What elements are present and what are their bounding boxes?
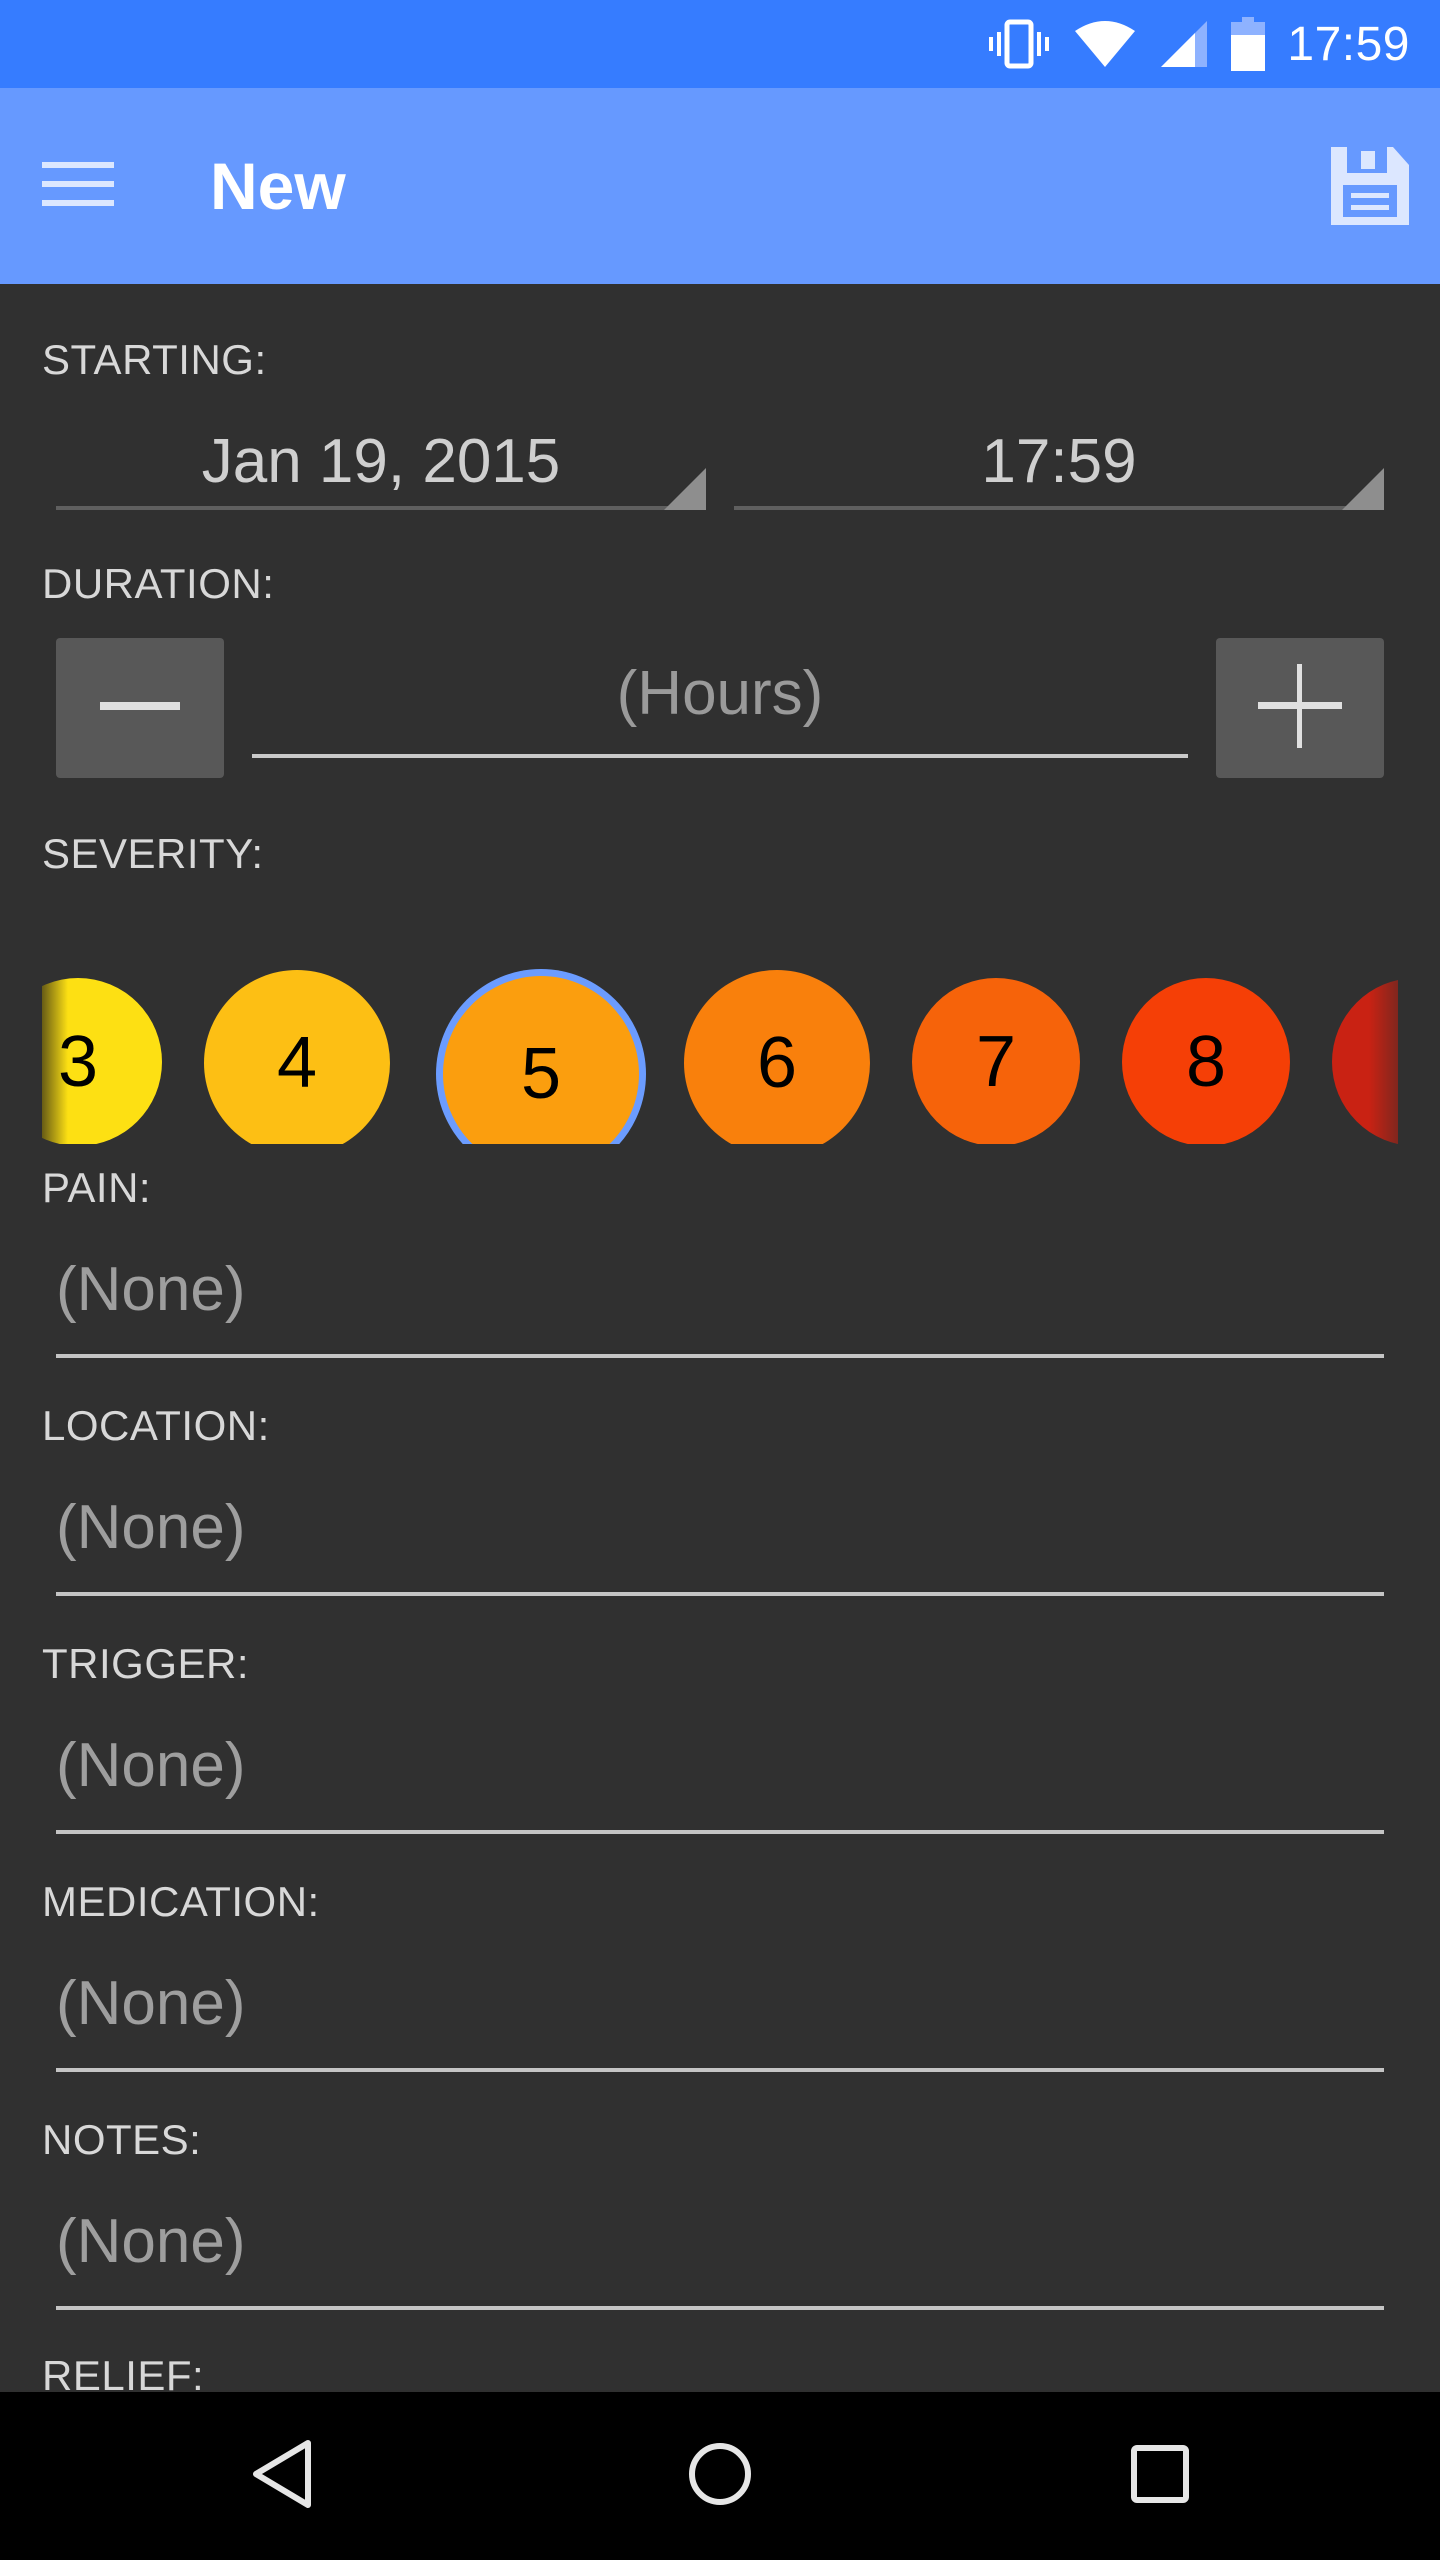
trigger-value: (None) xyxy=(56,1731,246,1800)
back-icon xyxy=(250,2439,314,2514)
notes-field[interactable]: (None) xyxy=(56,2190,1384,2310)
severity-selector[interactable]: 3 4 5 6 7 8 xyxy=(42,904,1398,1144)
severity-number: 5 xyxy=(520,1034,562,1114)
severity-option-5[interactable]: 5 xyxy=(443,976,639,1144)
medication-field[interactable]: (None) xyxy=(56,1952,1384,2072)
battery-icon xyxy=(1231,17,1266,71)
time-picker[interactable]: 17:59 xyxy=(734,414,1384,510)
home-button[interactable] xyxy=(660,2426,780,2526)
severity-option-7[interactable]: 7 xyxy=(912,978,1080,1144)
cell-signal-icon xyxy=(1159,19,1209,69)
location-field[interactable]: (None) xyxy=(56,1476,1384,1596)
home-icon xyxy=(687,2441,753,2512)
severity-option-9[interactable] xyxy=(1332,978,1398,1144)
status-icons: 17:59 xyxy=(987,0,1410,88)
save-button[interactable] xyxy=(1322,140,1418,236)
medication-label: MEDICATION: xyxy=(42,1878,320,1925)
duration-placeholder: (Hours) xyxy=(616,659,824,728)
severity-number: 8 xyxy=(1185,1022,1227,1102)
status-time: 17:59 xyxy=(1287,17,1410,71)
pain-label: PAIN: xyxy=(42,1164,152,1211)
trigger-field[interactable]: (None) xyxy=(56,1714,1384,1834)
notes-label: NOTES: xyxy=(42,2116,202,2163)
severity-option-3[interactable]: 3 xyxy=(42,978,162,1144)
severity-option-6[interactable]: 6 xyxy=(684,970,870,1144)
status-bar: 17:59 xyxy=(0,0,1440,88)
date-value: Jan 19, 2015 xyxy=(201,427,561,496)
hamburger-menu-icon xyxy=(42,160,114,213)
severity-number: 6 xyxy=(756,1023,798,1103)
trigger-label: TRIGGER: xyxy=(42,1640,250,1687)
system-nav-bar xyxy=(0,2392,1440,2560)
floppy-disk-save-icon xyxy=(1329,145,1411,232)
severity-option-4[interactable]: 4 xyxy=(204,970,390,1144)
date-picker[interactable]: Jan 19, 2015 xyxy=(56,414,706,510)
dropdown-arrow-icon xyxy=(664,468,706,510)
decrement-duration-button[interactable] xyxy=(56,638,224,778)
increment-duration-button[interactable] xyxy=(1216,638,1384,778)
recents-icon xyxy=(1130,2444,1190,2509)
recents-button[interactable] xyxy=(1100,2426,1220,2526)
notes-value: (None) xyxy=(56,2207,246,2276)
time-value: 17:59 xyxy=(981,427,1137,496)
location-value: (None) xyxy=(56,1493,246,1562)
severity-option-8[interactable]: 8 xyxy=(1122,978,1290,1144)
location-label: LOCATION: xyxy=(42,1402,270,1449)
severity-number: 3 xyxy=(57,1022,99,1102)
wifi-icon xyxy=(1073,19,1137,69)
back-button[interactable] xyxy=(222,2426,342,2526)
severity-label: SEVERITY: xyxy=(42,830,264,877)
severity-number: 7 xyxy=(975,1022,1017,1102)
menu-button[interactable] xyxy=(42,146,152,226)
form-content[interactable]: STARTING: Jan 19, 2015 17:59 DURATION: (… xyxy=(0,284,1440,2392)
page-title: New xyxy=(210,149,346,223)
medication-value: (None) xyxy=(56,1969,246,2038)
plus-icon xyxy=(1258,663,1342,753)
starting-label: STARTING: xyxy=(42,336,267,383)
severity-number: 4 xyxy=(276,1023,318,1103)
vibrate-icon xyxy=(987,18,1051,70)
app-bar: New xyxy=(0,88,1440,284)
minus-icon xyxy=(100,699,180,717)
relief-label: RELIEF: xyxy=(42,2352,205,2392)
duration-label: DURATION: xyxy=(42,560,275,607)
pain-field[interactable]: (None) xyxy=(56,1238,1384,1358)
dropdown-arrow-icon xyxy=(1342,468,1384,510)
pain-value: (None) xyxy=(56,1255,246,1324)
duration-input[interactable]: (Hours) xyxy=(252,638,1188,758)
